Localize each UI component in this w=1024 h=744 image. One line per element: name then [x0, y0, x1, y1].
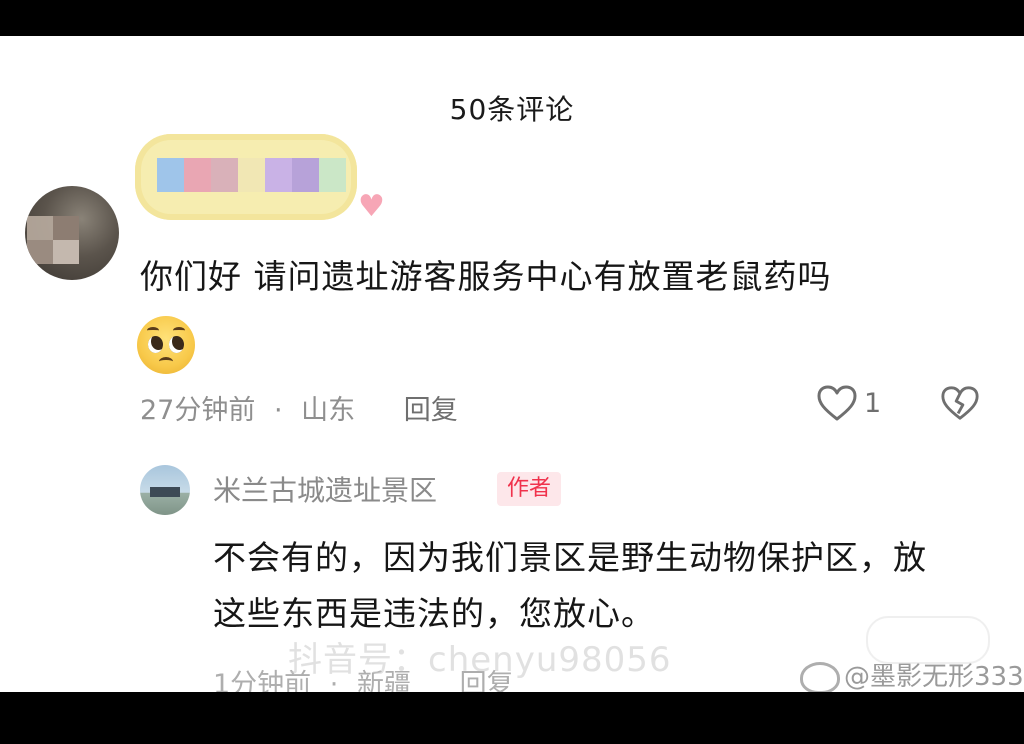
comments-panel: 50条评论 ♥ 你们好 请问遗址游客服务中心有放置老鼠药吗 27分钟前 · 山东… [0, 36, 1024, 692]
emoji-mouth [159, 357, 173, 366]
comment-location: 山东 [301, 395, 356, 426]
pink-heart-icon: ♥ [358, 189, 385, 224]
like-count: 1 [864, 387, 882, 419]
emoji-eye [169, 336, 184, 353]
author-username[interactable]: 米兰古城遗址景区 [213, 469, 437, 509]
mosaic-block [265, 158, 292, 192]
reply-button[interactable]: 回复 [404, 395, 458, 426]
mosaic-block [184, 158, 211, 192]
emoji-brow [147, 327, 159, 334]
author-badge: 作者 [497, 472, 562, 506]
weibo-watermark: @墨影无形333 [800, 656, 1024, 692]
broken-heart-icon[interactable] [940, 383, 980, 423]
comment-text: 你们好 请问遗址游客服务中心有放置老鼠药吗 [140, 257, 832, 296]
author-avatar[interactable] [140, 465, 190, 515]
weibo-handle: @墨影无形333 [844, 662, 1024, 692]
avatar-mosaic [53, 216, 79, 240]
mosaic-block [238, 158, 265, 192]
heart-outline-icon [817, 385, 857, 421]
emoji-brow [173, 327, 185, 334]
commenter-avatar[interactable] [25, 186, 119, 280]
comment-time: 27分钟前 [140, 395, 256, 426]
meta-separator: · [273, 395, 283, 426]
pleading-face-emoji-icon [137, 316, 195, 374]
avatar-mosaic [27, 240, 53, 264]
like-button[interactable]: 1 [816, 383, 881, 423]
comments-count-title: 50条评论 [449, 93, 575, 126]
mosaic-block [292, 158, 319, 192]
douyin-watermark: 抖音号：chenyu98056 [288, 640, 672, 680]
emoji-eye [148, 336, 163, 353]
reply-text: 不会有的，因为我们景区是野生动物保护区，放这些东西是违法的，您放心。 [213, 538, 927, 633]
avatar-mosaic [53, 240, 79, 264]
avatar-gate-shape [150, 487, 180, 497]
mosaic-block [319, 158, 346, 192]
commenter-username-blurred[interactable] [135, 134, 365, 224]
weibo-logo-icon [800, 661, 840, 692]
comment-meta: 27分钟前 · 山东 回复 [140, 388, 458, 427]
mosaic-block [211, 158, 238, 192]
avatar-mosaic [27, 216, 53, 240]
mosaic-block [157, 158, 184, 192]
